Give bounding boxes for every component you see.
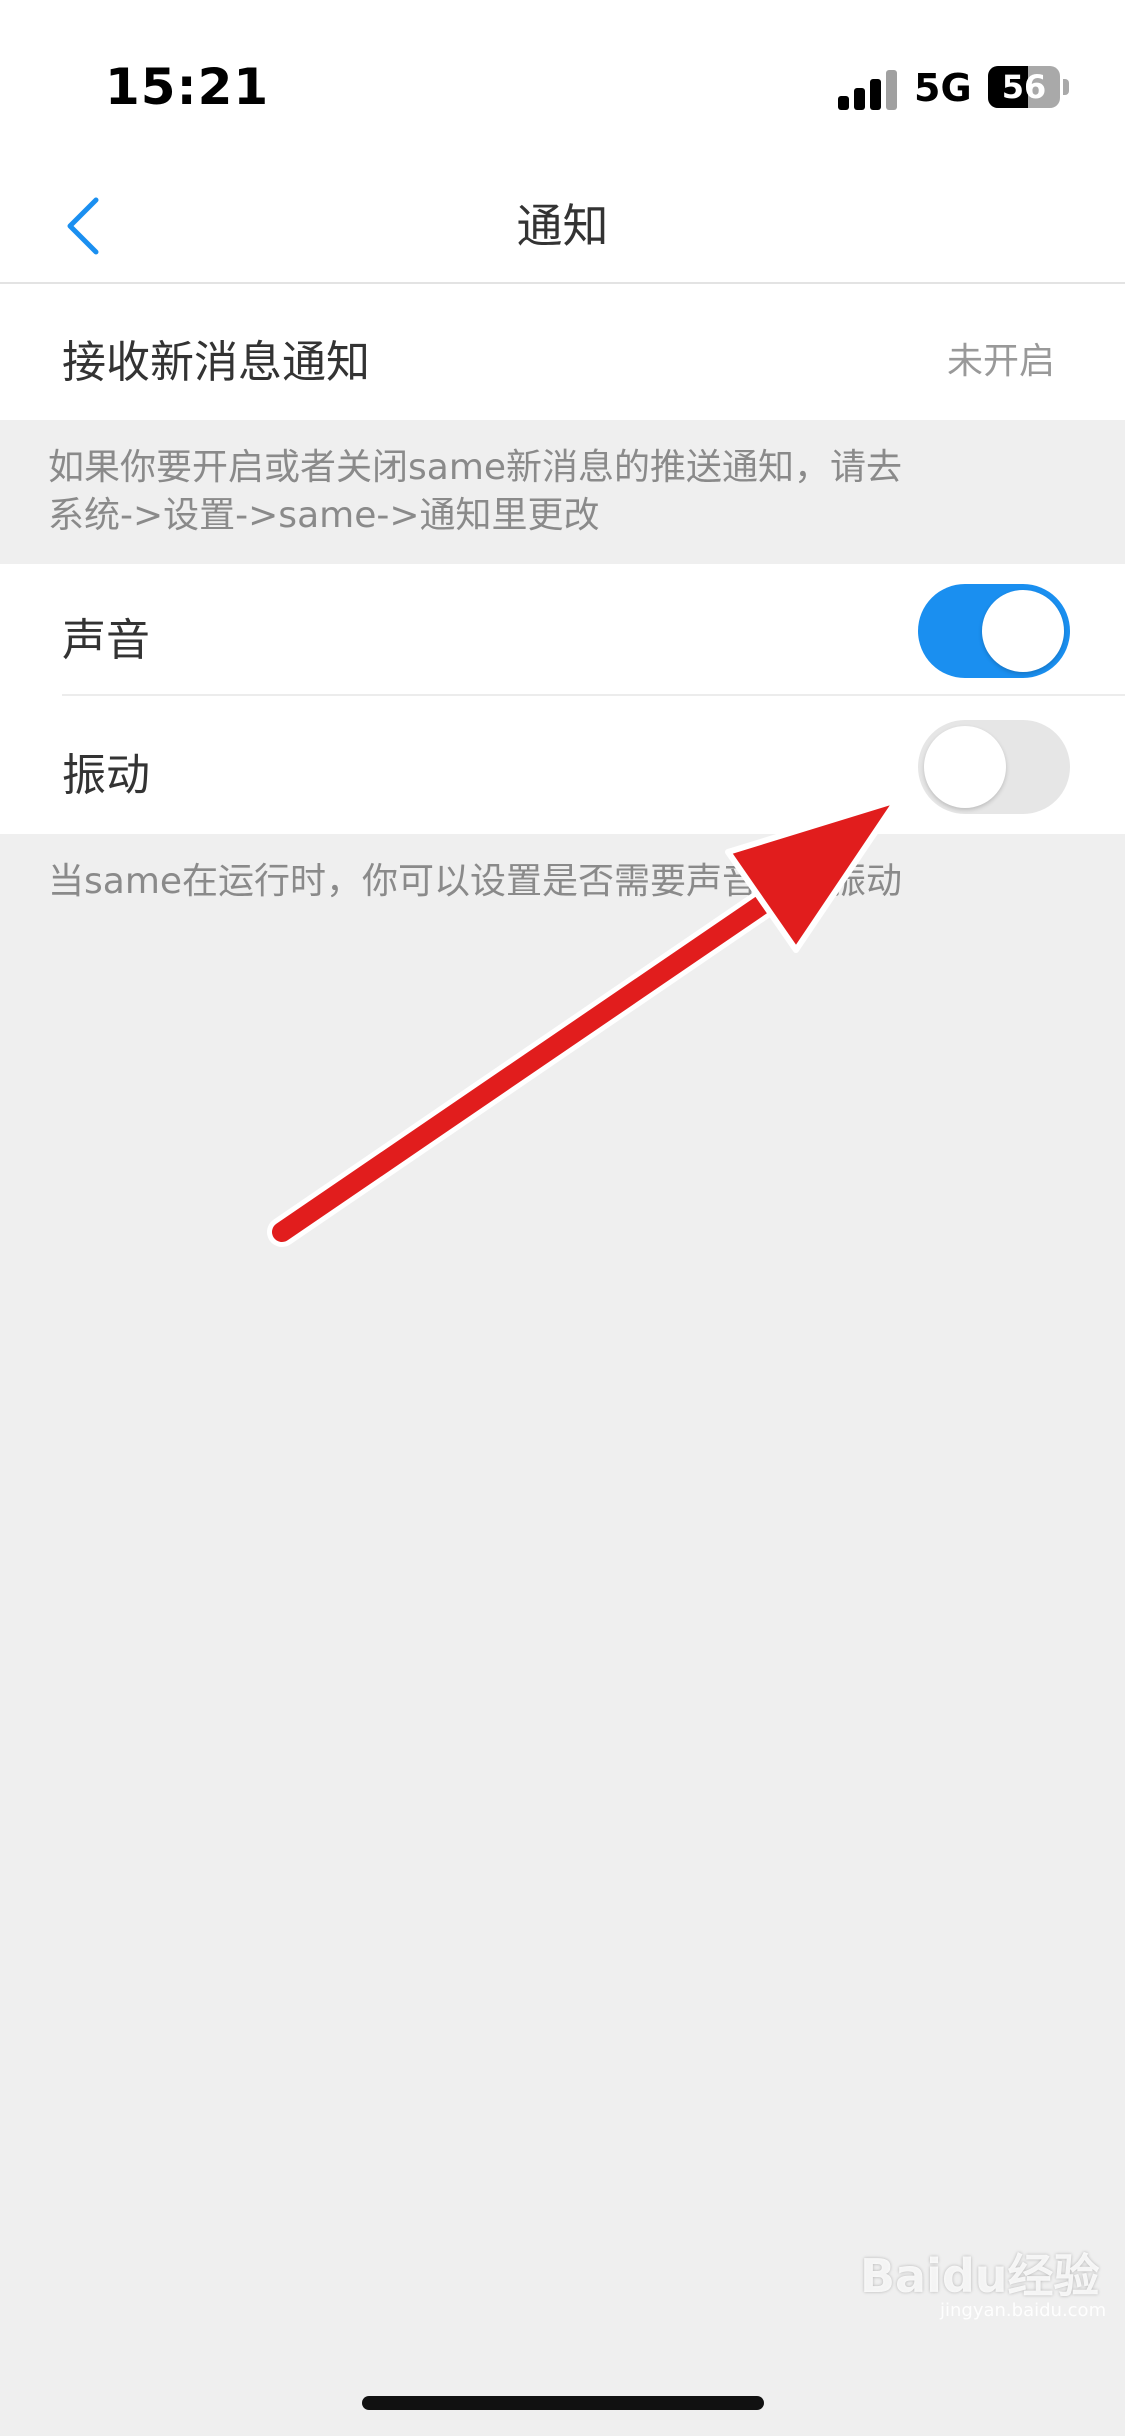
push-hint-line-2: 系统->设置->same->通知里更改 — [48, 495, 600, 536]
receive-notifications-label: 接收新消息通知 — [62, 337, 370, 388]
status-time: 15:21 — [105, 58, 270, 116]
watermark-logo: Baidu经验 — [860, 2249, 1100, 2303]
receive-notifications-status: 未开启 — [946, 341, 1055, 382]
row-divider — [62, 694, 1125, 696]
battery-icon: 56 — [988, 66, 1060, 108]
push-hint: 如果你要开启或者关闭same新消息的推送通知，请去 系统->设置->same->… — [48, 444, 1078, 540]
signal-icon — [838, 68, 898, 110]
toggle-knob — [982, 590, 1064, 672]
navigation-bar: 通知 — [0, 170, 1125, 284]
runtime-hint: 当same在运行时，你可以设置是否需要声音或者振动 — [48, 861, 903, 902]
vibration-label: 振动 — [62, 750, 150, 801]
vibration-toggle[interactable] — [918, 720, 1070, 814]
receive-notifications-row[interactable]: 接收新消息通知 未开启 — [0, 284, 1125, 420]
page-title: 通知 — [516, 199, 609, 253]
network-type: 5G — [914, 66, 972, 110]
toggle-knob — [924, 726, 1006, 808]
watermark-url: jingyan.baidu.com — [940, 2300, 1107, 2321]
home-indicator — [362, 2396, 764, 2410]
battery-tip — [1063, 79, 1069, 95]
battery-level: 56 — [1001, 68, 1047, 106]
alerts-group: 声音 振动 — [0, 564, 1125, 834]
status-bar: 15:21 5G 56 — [0, 0, 1125, 170]
push-hint-line-1: 如果你要开启或者关闭same新消息的推送通知，请去 — [48, 447, 903, 488]
sound-toggle[interactable] — [918, 584, 1070, 678]
sound-label: 声音 — [62, 615, 150, 666]
